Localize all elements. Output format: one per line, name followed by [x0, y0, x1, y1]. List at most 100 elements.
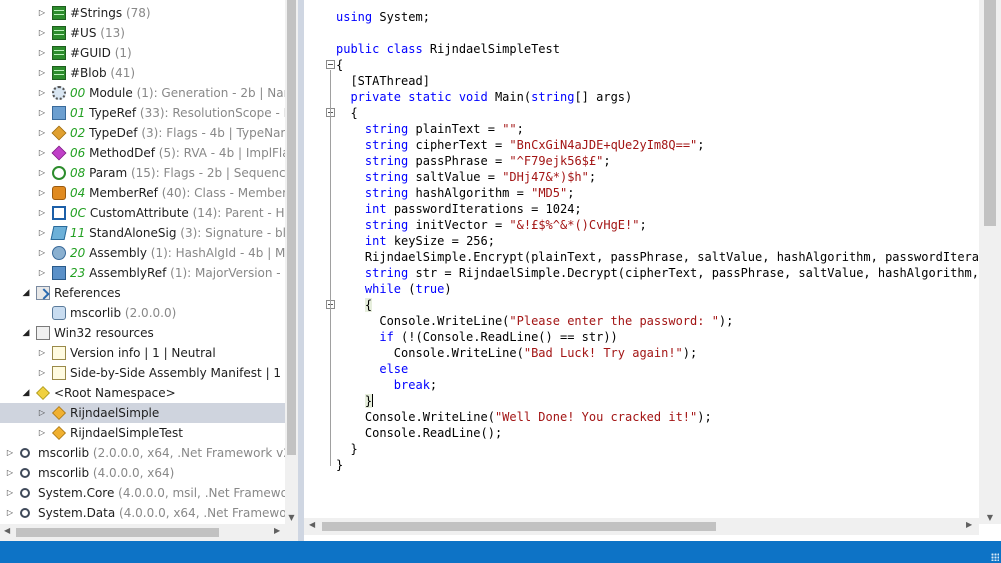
- editor-vertical-scrollbar[interactable]: ▼: [979, 0, 1001, 524]
- code-line[interactable]: string hashAlgorithm = "MD5";: [304, 185, 979, 201]
- editor-vertical-scroll-thumb[interactable]: [984, 0, 996, 226]
- tree-horizontal-scrollbar[interactable]: ◀ ▶: [0, 524, 298, 541]
- code-line[interactable]: break;: [304, 377, 979, 393]
- collapsed-arrow-icon[interactable]: ▷: [36, 63, 48, 83]
- tree-item[interactable]: ◢ Win32 resources: [0, 323, 285, 343]
- scroll-left-arrow-icon[interactable]: ◀: [4, 526, 10, 535]
- code-text: int keySize = 256;: [336, 233, 495, 249]
- collapsed-arrow-icon[interactable]: ▷: [36, 23, 48, 43]
- tree-item[interactable]: mscorlib (2.0.0.0): [0, 303, 285, 323]
- collapsed-arrow-icon[interactable]: ▷: [36, 203, 48, 223]
- tree-item[interactable]: ◢ References: [0, 283, 285, 303]
- collapsed-arrow-icon[interactable]: ▷: [36, 143, 48, 163]
- editor-horizontal-scrollbar[interactable]: ◀ ▶: [304, 518, 979, 535]
- code-line[interactable]: private static void Main(string[] args): [304, 89, 979, 105]
- tree-item[interactable]: ▷ 0C CustomAttribute (14): Parent - HasCu…: [0, 203, 298, 223]
- code-editor[interactable]: using System; public class RijndaelSimple…: [304, 0, 1001, 541]
- code-line[interactable]: string saltValue = "DHj47&*)$h";: [304, 169, 979, 185]
- tree-item[interactable]: ▷ #GUID (1): [0, 43, 285, 63]
- code-line[interactable]: RijndaelSimple.Encrypt(plainText, passPh…: [304, 249, 979, 265]
- expanded-arrow-icon[interactable]: ◢: [20, 383, 32, 403]
- code-line[interactable]: [304, 25, 979, 41]
- tree-item[interactable]: ▷ Side-by-Side Assembly Manifest | 1 | Ne…: [0, 363, 298, 383]
- expanded-arrow-icon[interactable]: ◢: [20, 323, 32, 343]
- collapsed-arrow-icon[interactable]: ▷: [36, 83, 48, 103]
- code-line[interactable]: else: [304, 361, 979, 377]
- tree-item[interactable]: ▷ #Blob (41): [0, 63, 285, 83]
- tree-item[interactable]: ▷ #Strings (78): [0, 3, 285, 23]
- code-line[interactable]: string str = RijndaelSimple.Decrypt(ciph…: [304, 265, 979, 281]
- code-line[interactable]: using System;: [304, 9, 979, 25]
- collapsed-arrow-icon[interactable]: ▷: [4, 503, 16, 523]
- code-line[interactable]: string initVector = "&!£$%^&*()CvHgE!";: [304, 217, 979, 233]
- tree-horizontal-scroll-thumb[interactable]: [16, 528, 219, 537]
- collapsed-arrow-icon[interactable]: ▷: [36, 223, 48, 243]
- collapse-toggle-icon[interactable]: [326, 60, 335, 69]
- collapsed-arrow-icon[interactable]: ▷: [36, 263, 48, 283]
- collapsed-arrow-icon[interactable]: ▷: [36, 363, 48, 383]
- scroll-down-arrow-icon[interactable]: ▼: [979, 513, 1001, 522]
- collapsed-arrow-icon[interactable]: ▷: [36, 183, 48, 203]
- tree-item[interactable]: ▷ 04 MemberRef (40): Class - MemberRefPar…: [0, 183, 298, 203]
- tree-item[interactable]: ▷ #US (13): [0, 23, 285, 43]
- code-line[interactable]: }: [304, 441, 979, 457]
- code-line[interactable]: Console.ReadLine();: [304, 425, 979, 441]
- code-line[interactable]: string plainText = "";: [304, 121, 979, 137]
- code-line[interactable]: string passPhrase = "^F79ejk56$£";: [304, 153, 979, 169]
- scroll-left-arrow-icon[interactable]: ◀: [309, 520, 315, 529]
- tree-item[interactable]: ▷ 00 Module (1): Generation - 2b | Name -…: [0, 83, 298, 103]
- code-line[interactable]: {: [304, 57, 979, 73]
- collapsed-arrow-icon[interactable]: ▷: [4, 483, 16, 503]
- code-line[interactable]: Console.WriteLine("Well Done! You cracke…: [304, 409, 979, 425]
- editor-horizontal-scroll-thumb[interactable]: [322, 522, 716, 531]
- collapsed-arrow-icon[interactable]: ▷: [36, 343, 48, 363]
- tree-vertical-scroll-thumb[interactable]: [287, 0, 296, 455]
- collapsed-arrow-icon[interactable]: ▷: [36, 43, 48, 63]
- tree-item[interactable]: ▷ RijndaelSimple: [0, 403, 285, 423]
- code-line[interactable]: if (!(Console.ReadLine() == str)): [304, 329, 979, 345]
- code-line[interactable]: [STAThread]: [304, 73, 979, 89]
- collapsed-arrow-icon[interactable]: ▷: [36, 103, 48, 123]
- collapsed-arrow-icon[interactable]: ▷: [36, 123, 48, 143]
- code-line[interactable]: {: [304, 105, 979, 121]
- collapsed-arrow-icon[interactable]: ▷: [36, 3, 48, 23]
- resize-grip-icon[interactable]: [991, 553, 999, 561]
- code-view[interactable]: using System; public class RijndaelSimple…: [304, 9, 979, 473]
- code-line[interactable]: int passwordIterations = 1024;: [304, 201, 979, 217]
- tree-item[interactable]: ▷ mscorlib (4.0.0.0, x64): [0, 463, 285, 483]
- scroll-down-arrow-icon[interactable]: ▼: [285, 513, 298, 522]
- code-line[interactable]: while (true): [304, 281, 979, 297]
- assembly-explorer-tree[interactable]: ▷ #Strings (78) ▷ #US (13) ▷ #GUID (1) ▷ #Blob …: [0, 0, 298, 541]
- code-line[interactable]: string cipherText = "BnCxGiN4aJDE+qUe2yI…: [304, 137, 979, 153]
- tree-vertical-scrollbar[interactable]: ▼: [285, 0, 298, 524]
- tree-item[interactable]: ▷ 06 MethodDef (5): RVA - 4b | ImplFlags: [0, 143, 298, 163]
- code-line[interactable]: }: [304, 393, 979, 409]
- tree-item[interactable]: ▷ RijndaelSimpleTest: [0, 423, 285, 443]
- code-line[interactable]: {: [304, 297, 979, 313]
- tree-item[interactable]: ▷ System.Data (4.0.0.0, x64, .Net Framewo…: [0, 503, 298, 523]
- collapsed-arrow-icon[interactable]: ▷: [36, 423, 48, 443]
- scroll-right-arrow-icon[interactable]: ▶: [274, 526, 280, 535]
- tree-item[interactable]: ▷ 20 Assembly (1): HashAlgId - 4b | Major…: [0, 243, 298, 263]
- collapsed-arrow-icon[interactable]: ▷: [36, 243, 48, 263]
- tree-item[interactable]: ◢ <Root Namespace>: [0, 383, 285, 403]
- tree-item[interactable]: ▷ 01 TypeRef (33): ResolutionScope - Res: [0, 103, 298, 123]
- tree-item[interactable]: ▷ 23 AssemblyRef (1): MajorVersion - 2b: [0, 263, 298, 283]
- tree-item[interactable]: ▷ Version info | 1 | Neutral: [0, 343, 285, 363]
- collapsed-arrow-icon[interactable]: ▷: [4, 443, 16, 463]
- code-line[interactable]: Console.WriteLine("Please enter the pass…: [304, 313, 979, 329]
- code-line[interactable]: public class RijndaelSimpleTest: [304, 41, 979, 57]
- collapsed-arrow-icon[interactable]: ▷: [4, 463, 16, 483]
- tree-item[interactable]: ▷ System.Core (4.0.0.0, msil, .Net Framew…: [0, 483, 298, 503]
- code-line[interactable]: Console.WriteLine("Bad Luck! Try again!"…: [304, 345, 979, 361]
- expanded-arrow-icon[interactable]: ◢: [20, 283, 32, 303]
- tree-item[interactable]: ▷ 02 TypeDef (3): Flags - 4b | TypeName -…: [0, 123, 298, 143]
- scroll-right-arrow-icon[interactable]: ▶: [966, 520, 972, 529]
- tree-item[interactable]: ▷ 11 StandAloneSig (3): Signature - blob: [0, 223, 298, 243]
- tree-item[interactable]: ▷ mscorlib (2.0.0.0, x64, .Net Framework …: [0, 443, 298, 463]
- code-line[interactable]: int keySize = 256;: [304, 233, 979, 249]
- collapsed-arrow-icon[interactable]: ▷: [36, 163, 48, 183]
- code-line[interactable]: }: [304, 457, 979, 473]
- collapsed-arrow-icon[interactable]: ▷: [36, 403, 48, 423]
- tree-item[interactable]: ▷ 08 Param (15): Flags - 2b | Sequence - …: [0, 163, 298, 183]
